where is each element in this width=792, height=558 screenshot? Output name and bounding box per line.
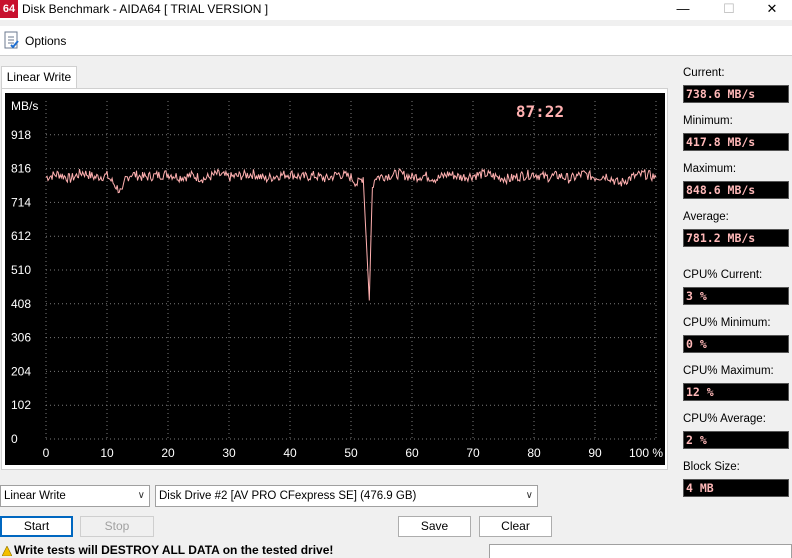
- stat-label: Maximum:: [683, 163, 737, 175]
- warning-text: Write tests will DESTROY ALL DATA on the…: [14, 545, 334, 557]
- y-tick-label: 714: [11, 195, 31, 209]
- chevron-down-icon: ∨: [525, 490, 533, 501]
- elapsed-timer: 87:22: [516, 102, 564, 121]
- x-tick-label: 30: [222, 446, 236, 460]
- y-tick-label: 0: [11, 432, 18, 446]
- benchmark-graph: 0 102 204 306 408 510 612 714 816 918 0 10 20 30 40 50 6…: [5, 93, 665, 465]
- stat-label: CPU% Minimum:: [683, 317, 771, 329]
- benchmark-chart-svg: 0 102 204 306 408 510 612 714 816 918 0 10 20 30 40 50 6…: [11, 99, 663, 460]
- y-tick-label: 510: [11, 263, 31, 277]
- title-bar: 64 Disk Benchmark - AIDA64 [ TRIAL VERSI…: [0, 0, 792, 20]
- stat-value: 738.6 MB/s: [683, 85, 789, 103]
- save-button[interactable]: Save: [398, 516, 471, 537]
- y-tick-label: 612: [11, 229, 31, 243]
- minimize-button[interactable]: —: [660, 0, 706, 20]
- stat-value: 0 %: [683, 335, 789, 353]
- y-axis-unit-label: MB/s: [11, 99, 38, 113]
- x-tick-label: 70: [466, 446, 480, 460]
- options-menu[interactable]: Options: [25, 34, 66, 48]
- start-button[interactable]: Start: [0, 516, 73, 537]
- stat-label: Average:: [683, 211, 729, 223]
- y-tick-label: 816: [11, 162, 31, 176]
- close-button[interactable]: ✕: [752, 0, 792, 20]
- y-tick-label: 102: [11, 398, 31, 412]
- x-tick-label: 80: [527, 446, 541, 460]
- stat-value: 848.6 MB/s: [683, 181, 789, 199]
- stat-value: 417.8 MB/s: [683, 133, 789, 151]
- stat-value: 781.2 MB/s: [683, 229, 789, 247]
- test-type-select[interactable]: Linear Write ∨: [0, 485, 150, 507]
- window-title: Disk Benchmark - AIDA64 [ TRIAL VERSION …: [22, 2, 269, 16]
- tab-linear-write[interactable]: Linear Write: [1, 66, 77, 88]
- x-tick-label: 90: [588, 446, 602, 460]
- menu-bar: Options: [0, 26, 792, 56]
- x-tick-label: 20: [161, 446, 175, 460]
- status-box: [489, 544, 792, 558]
- stat-label: CPU% Maximum:: [683, 365, 774, 377]
- test-type-value: Linear Write: [4, 490, 66, 502]
- stat-value: 3 %: [683, 287, 789, 305]
- stat-label: Block Size:: [683, 461, 740, 473]
- chevron-down-icon: ∨: [137, 490, 145, 501]
- drive-select[interactable]: Disk Drive #2 [AV PRO CFexpress SE] (476…: [155, 485, 538, 507]
- maximize-button[interactable]: ☐: [706, 0, 752, 20]
- y-tick-label: 918: [11, 128, 31, 142]
- y-tick-label: 408: [11, 297, 31, 311]
- x-tick-label: 60: [405, 446, 419, 460]
- y-tick-label: 306: [11, 331, 31, 345]
- stat-label: CPU% Average:: [683, 413, 766, 425]
- stat-value: 2 %: [683, 431, 789, 449]
- y-tick-label: 204: [11, 364, 31, 378]
- options-icon[interactable]: [2, 31, 21, 50]
- stat-value: 4 MB: [683, 479, 789, 497]
- stat-label: Minimum:: [683, 115, 733, 127]
- x-tick-label: 50: [344, 446, 358, 460]
- x-tick-label: 100 %: [629, 446, 663, 460]
- x-tick-label: 10: [100, 446, 114, 460]
- stop-button[interactable]: Stop: [80, 516, 154, 537]
- x-tick-label: 0: [43, 446, 50, 460]
- clear-button[interactable]: Clear: [479, 516, 552, 537]
- stat-label: CPU% Current:: [683, 269, 763, 281]
- drive-select-value: Disk Drive #2 [AV PRO CFexpress SE] (476…: [159, 490, 417, 502]
- write-speed-series-line: [45, 168, 657, 301]
- stat-value: 12 %: [683, 383, 789, 401]
- stat-label: Current:: [683, 67, 725, 79]
- x-tick-label: 40: [283, 446, 297, 460]
- warning-message: Write tests will DESTROY ALL DATA on the…: [0, 545, 560, 558]
- aida64-app-icon: 64: [0, 0, 18, 18]
